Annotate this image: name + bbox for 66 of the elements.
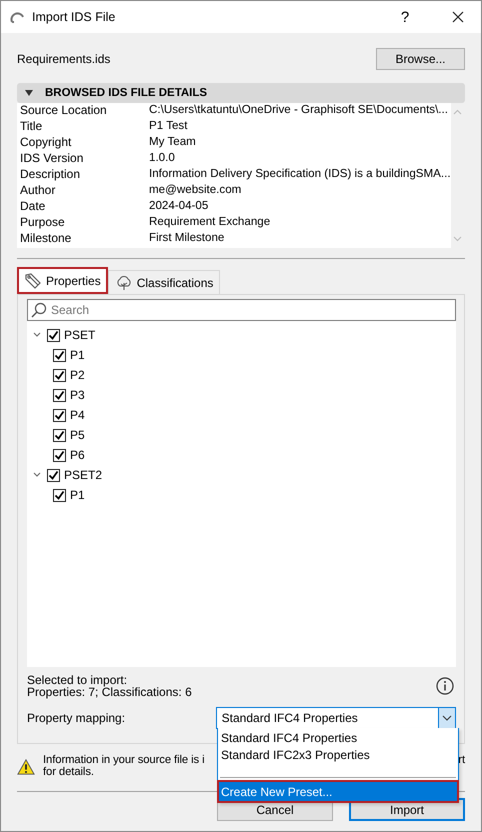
window-title: Import IDS File (32, 10, 116, 24)
dropdown-option[interactable]: Standard IFC4 Properties (218, 729, 458, 746)
info-icon (436, 677, 454, 695)
detail-label: Copyright (20, 135, 72, 151)
scroll-down-icon (453, 236, 462, 242)
close-icon (452, 11, 464, 23)
tree-item[interactable]: P1 (70, 348, 85, 362)
tag-icon (24, 272, 42, 290)
tree-item[interactable]: PSET2 (64, 468, 102, 482)
checked-checkbox[interactable] (53, 408, 66, 422)
detail-value: C:\Users\tkatuntu\OneDrive - Graphisoft SE\Documents\... (149, 103, 449, 118)
checked-checkbox[interactable] (53, 448, 66, 462)
section-title: BROWSED IDS FILE DETAILS (45, 87, 208, 99)
warning-icon (17, 758, 35, 776)
tab[interactable]: Properties (17, 267, 108, 294)
tree-item[interactable]: P3 (70, 388, 85, 402)
detail-label: Date (20, 199, 46, 215)
detail-value: My Team (149, 135, 197, 150)
search-icon (31, 302, 47, 318)
warning-text: for details. (43, 766, 95, 778)
detail-value: 2024-04-05 (149, 199, 210, 214)
search-field[interactable]: Search (27, 299, 456, 321)
dropdown-option[interactable]: Create New Preset... (218, 781, 458, 802)
checked-checkbox[interactable] (53, 388, 66, 402)
warning-text: rt (458, 754, 465, 766)
browse-button[interactable]: Browse... (376, 48, 465, 70)
expanded-chevron-icon[interactable] (33, 332, 41, 338)
summary-text: Selected to import: (27, 674, 128, 686)
tree-icon (114, 274, 133, 292)
warning-text: Information in your source file is i (43, 754, 205, 766)
chevron-down-icon (442, 715, 452, 721)
dropdown-option[interactable]: Standard IFC2x3 Properties (218, 746, 458, 763)
detail-label: Milestone (20, 231, 72, 247)
detail-value: First Milestone (149, 231, 226, 246)
detail-value: Information Delivery Specification (IDS) is a buildingSMA... (149, 167, 451, 182)
checked-checkbox[interactable] (53, 348, 66, 362)
tree-item[interactable]: PSET (64, 328, 96, 342)
tree-item[interactable]: P2 (70, 368, 85, 382)
checked-checkbox[interactable] (47, 468, 60, 482)
summary-text: Properties: 7; Classifications: 6 (27, 686, 192, 698)
detail-label: Author (20, 183, 56, 199)
help-button[interactable]: ? (382, 1, 428, 33)
mapping-label: Property mapping: (27, 711, 126, 725)
detail-label: Source Location (20, 103, 108, 119)
tree-item[interactable]: P1 (70, 488, 85, 502)
section-header[interactable]: BROWSED IDS FILE DETAILS (17, 83, 465, 103)
detail-value: P1 Test (149, 119, 188, 134)
detail-label: IDS Version (20, 151, 84, 167)
detail-label: Description (20, 167, 82, 183)
tree-item[interactable]: P4 (70, 408, 85, 422)
detail-label: Purpose (20, 215, 66, 231)
checked-checkbox[interactable] (47, 328, 60, 342)
detail-value: 1.0.0 (149, 151, 176, 166)
detail-value: Requirement Exchange (149, 215, 272, 230)
tab[interactable]: Classifications (108, 270, 220, 294)
checked-checkbox[interactable] (53, 428, 66, 442)
checked-checkbox[interactable] (53, 368, 66, 382)
detail-label: Title (20, 119, 44, 135)
scroll-up-icon (453, 109, 462, 115)
expanded-chevron-icon[interactable] (33, 472, 41, 478)
tree-item[interactable]: P5 (70, 428, 85, 442)
checked-checkbox[interactable] (53, 488, 66, 502)
file-name: Requirements.ids (17, 52, 110, 66)
tree-item[interactable]: P6 (70, 448, 85, 462)
mapping-dropdown[interactable]: Standard IFC4 Properties (216, 707, 456, 729)
detail-value: me@website.com (149, 183, 242, 198)
